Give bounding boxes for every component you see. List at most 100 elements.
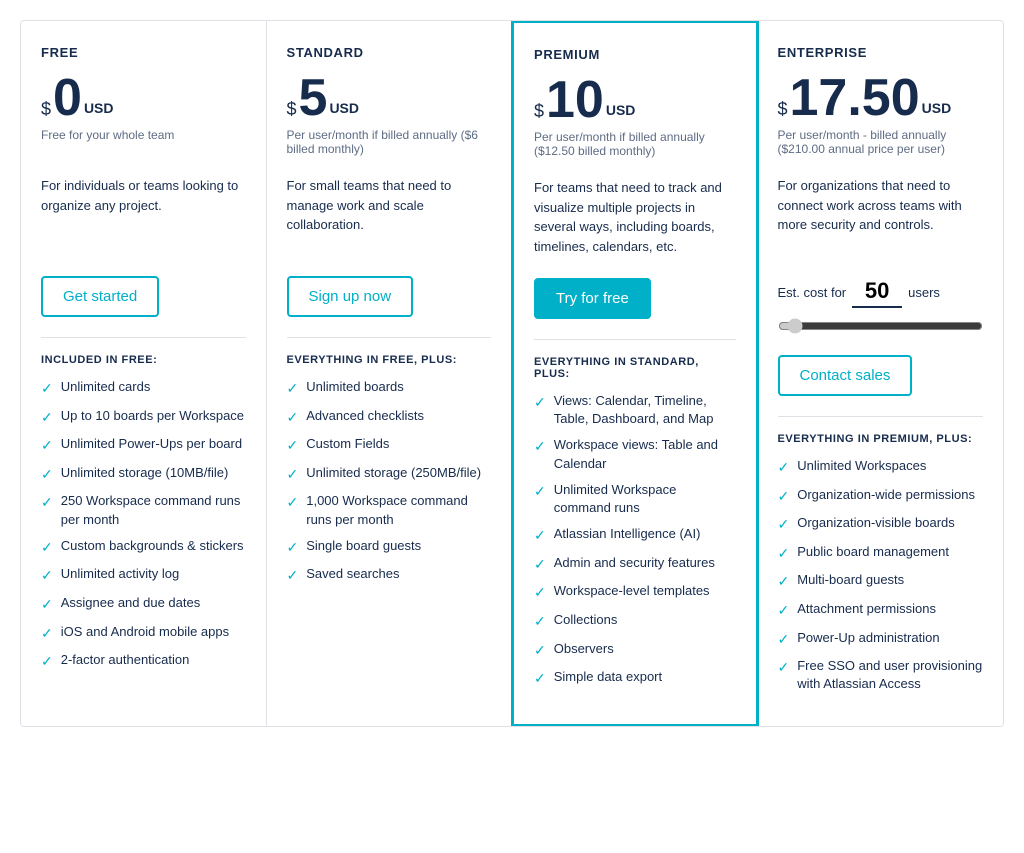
price-dollar-standard: $ bbox=[287, 100, 297, 118]
list-item: ✓Advanced checklists bbox=[287, 407, 492, 428]
check-icon: ✓ bbox=[287, 379, 299, 399]
cta-button-premium[interactable]: Try for free bbox=[534, 278, 651, 319]
plan-name-standard: STANDARD bbox=[287, 45, 492, 60]
check-icon: ✓ bbox=[534, 669, 546, 689]
price-dollar-enterprise: $ bbox=[778, 100, 788, 118]
feature-text: Unlimited boards bbox=[306, 378, 404, 396]
list-item: ✓Unlimited Workspace command runs bbox=[534, 481, 736, 517]
price-amount-enterprise: 17.50 bbox=[790, 72, 920, 124]
feature-text: Attachment permissions bbox=[797, 600, 936, 618]
price-dollar-free: $ bbox=[41, 100, 51, 118]
list-item: ✓250 Workspace command runs per month bbox=[41, 492, 246, 528]
est-cost-input[interactable] bbox=[852, 276, 902, 308]
list-item: ✓Admin and security features bbox=[534, 554, 736, 575]
plan-description-enterprise: For organizations that need to connect w… bbox=[778, 176, 984, 256]
check-icon: ✓ bbox=[778, 544, 790, 564]
feature-text: 1,000 Workspace command runs per month bbox=[306, 492, 491, 528]
list-item: ✓ Unlimited cards bbox=[41, 378, 246, 399]
check-icon: ✓ bbox=[41, 624, 53, 644]
feature-text: Collections bbox=[554, 611, 618, 629]
feature-text: Unlimited storage (10MB/file) bbox=[61, 464, 229, 482]
list-item: ✓Assignee and due dates bbox=[41, 594, 246, 615]
feature-text: Organization-wide permissions bbox=[797, 486, 975, 504]
list-item: ✓Observers bbox=[534, 640, 736, 661]
feature-text: Advanced checklists bbox=[306, 407, 424, 425]
check-icon: ✓ bbox=[778, 458, 790, 478]
est-cost-slider[interactable] bbox=[778, 318, 984, 334]
check-icon: ✓ bbox=[534, 437, 546, 457]
price-amount-standard: 5 bbox=[299, 72, 328, 124]
est-cost-label-after: users bbox=[908, 285, 940, 300]
feature-text: Unlimited storage (250MB/file) bbox=[306, 464, 481, 482]
feature-text: Organization-visible boards bbox=[797, 514, 955, 532]
cta-button-standard[interactable]: Sign up now bbox=[287, 276, 414, 317]
check-icon: ✓ bbox=[41, 595, 53, 615]
feature-text: 250 Workspace command runs per month bbox=[61, 492, 246, 528]
check-icon: ✓ bbox=[41, 436, 53, 456]
check-icon: ✓ bbox=[778, 601, 790, 621]
price-usd-standard: USD bbox=[329, 100, 359, 116]
feature-text: Unlimited activity log bbox=[61, 565, 180, 583]
check-icon: ✓ bbox=[41, 408, 53, 428]
feature-text: Multi-board guests bbox=[797, 571, 904, 589]
price-row-free: $0USD bbox=[41, 72, 246, 124]
list-item: ✓ Unlimited storage (10MB/file) bbox=[41, 464, 246, 485]
plan-col-free: FREE$0USDFree for your whole teamFor ind… bbox=[21, 21, 267, 726]
feature-text: Unlimited Power-Ups per board bbox=[61, 435, 242, 453]
cta-button-free[interactable]: Get started bbox=[41, 276, 159, 317]
feature-text: Free SSO and user provisioning with Atla… bbox=[797, 657, 983, 693]
pricing-grid: FREE$0USDFree for your whole teamFor ind… bbox=[20, 20, 1004, 727]
feature-text: Workspace views: Table and Calendar bbox=[554, 436, 736, 472]
feature-text: Unlimited cards bbox=[61, 378, 151, 396]
price-row-premium: $10USD bbox=[534, 74, 736, 126]
plan-col-enterprise: ENTERPRISE$17.50USDPer user/month - bill… bbox=[758, 21, 1004, 726]
list-item: ✓ Unlimited Power-Ups per board bbox=[41, 435, 246, 456]
list-item: ✓ Simple data export bbox=[534, 668, 736, 689]
list-item: ✓Unlimited activity log bbox=[41, 565, 246, 586]
list-item: ✓Multi-board guests bbox=[778, 571, 984, 592]
check-icon: ✓ bbox=[41, 379, 53, 399]
plan-name-free: FREE bbox=[41, 45, 246, 60]
cta-button-enterprise[interactable]: Contact sales bbox=[778, 355, 913, 396]
check-icon: ✓ bbox=[534, 526, 546, 546]
price-note-standard: Per user/month if billed annually ($6 bi… bbox=[287, 128, 492, 160]
check-icon: ✓ bbox=[534, 641, 546, 661]
list-item: ✓ Collections bbox=[534, 611, 736, 632]
check-icon: ✓ bbox=[534, 583, 546, 603]
check-icon: ✓ bbox=[534, 393, 546, 413]
check-icon: ✓ bbox=[287, 566, 299, 586]
feature-text: Custom backgrounds & stickers bbox=[61, 537, 244, 555]
plan-name-enterprise: ENTERPRISE bbox=[778, 45, 984, 60]
price-amount-premium: 10 bbox=[546, 74, 604, 126]
feature-text: Simple data export bbox=[554, 668, 662, 686]
feature-text: Admin and security features bbox=[554, 554, 715, 572]
feature-text: Single board guests bbox=[306, 537, 421, 555]
section-title-standard: EVERYTHING IN FREE, PLUS: bbox=[287, 354, 492, 366]
check-icon: ✓ bbox=[534, 612, 546, 632]
feature-list-free: ✓Unlimited cards✓Up to 10 boards per Wor… bbox=[41, 378, 246, 680]
list-item: ✓Unlimited Workspaces bbox=[778, 457, 984, 478]
est-cost-slider-container bbox=[778, 318, 984, 339]
price-usd-enterprise: USD bbox=[922, 100, 952, 116]
feature-text: Atlassian Intelligence (AI) bbox=[554, 525, 701, 543]
feature-text: Workspace-level templates bbox=[554, 582, 710, 600]
feature-text: iOS and Android mobile apps bbox=[61, 623, 229, 641]
feature-text: Custom Fields bbox=[306, 435, 389, 453]
check-icon: ✓ bbox=[41, 465, 53, 485]
divider-premium bbox=[534, 339, 736, 340]
list-item: ✓Custom Fields bbox=[287, 435, 492, 456]
plan-col-standard: STANDARD $5USD Per user/month if billed an… bbox=[267, 21, 513, 726]
check-icon: ✓ bbox=[287, 493, 299, 513]
feature-text: Views: Calendar, Timeline, Table, Dashbo… bbox=[554, 392, 736, 428]
section-title-premium: EVERYTHING IN STANDARD, PLUS: bbox=[534, 356, 736, 380]
check-icon: ✓ bbox=[41, 538, 53, 558]
divider-standard bbox=[287, 337, 492, 338]
divider-free bbox=[41, 337, 246, 338]
price-row-standard: $5USD bbox=[287, 72, 492, 124]
plan-description-standard: For small teams that need to manage work… bbox=[287, 176, 492, 256]
price-amount-free: 0 bbox=[53, 72, 82, 124]
check-icon: ✓ bbox=[287, 465, 299, 485]
check-icon: ✓ bbox=[778, 515, 790, 535]
est-cost-label-before: Est. cost for bbox=[778, 285, 847, 300]
price-usd-free: USD bbox=[84, 100, 114, 116]
